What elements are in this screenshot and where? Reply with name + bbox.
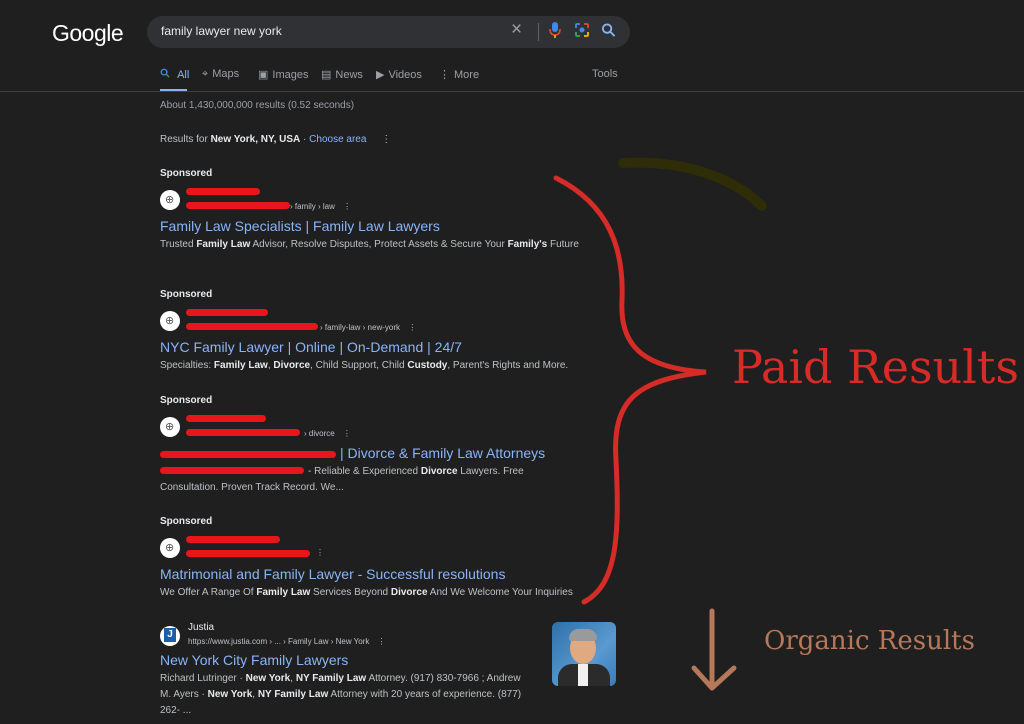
paid-results-brace [553,175,707,605]
organic-results-label: Organic Results [764,626,975,656]
annotation-dark-stroke [618,157,767,211]
paid-results-label: Paid Results [732,340,1019,394]
